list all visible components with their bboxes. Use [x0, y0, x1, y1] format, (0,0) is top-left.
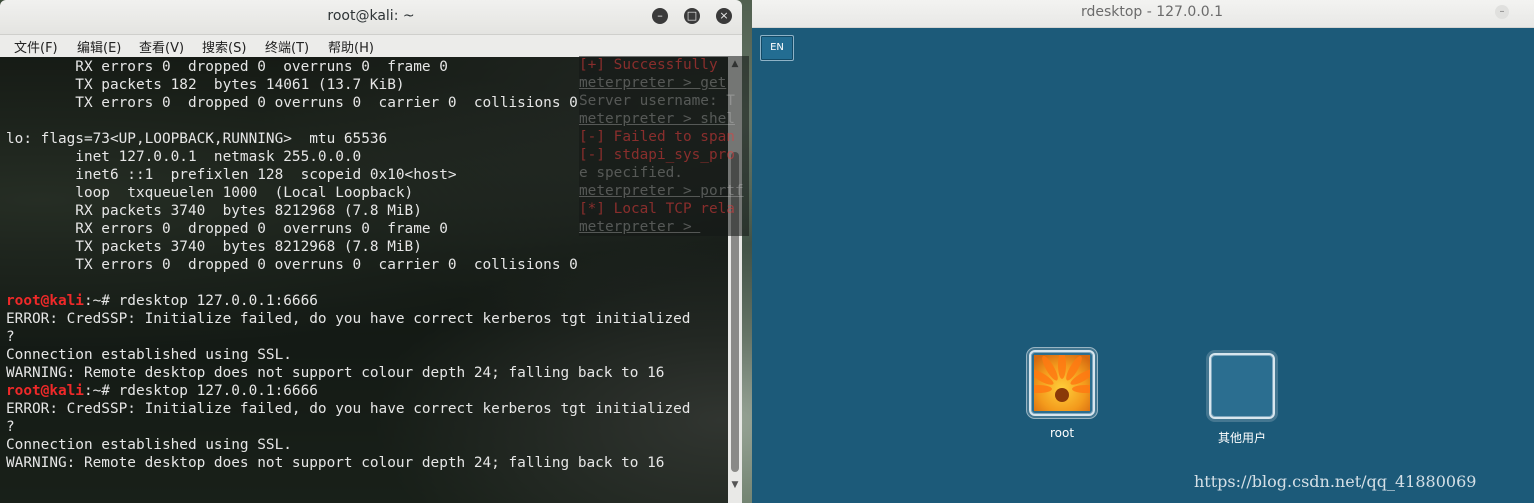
line-text: TX errors 0 dropped 0 overruns 0 carrier…	[6, 257, 578, 273]
rdesktop-title: rdesktop - 127.0.0.1	[1080, 4, 1224, 20]
line-text: Connection established using SSL.	[6, 437, 292, 453]
language-button[interactable]: EN	[760, 35, 794, 61]
line-text: ERROR: CredSSP: Initialize failed, do yo…	[6, 401, 691, 417]
line-text: TX packets 182 bytes 14061 (13.7 KiB)	[6, 77, 405, 93]
terminal-line: ?	[6, 328, 690, 346]
menu-view[interactable]: 查看(V)	[139, 37, 184, 56]
meterpreter-line: meterpreter >	[579, 219, 701, 235]
terminal-line: ?	[6, 418, 690, 436]
terminal-menubar: 文件(F) 编辑(E) 查看(V) 搜索(S) 终端(T) 帮助(H)	[0, 35, 742, 57]
user-tile-other[interactable]: 其他用户	[1202, 353, 1282, 446]
background-meterpreter-window: [+] Successfully meterpreter > get Server …	[579, 56, 749, 236]
meterpreter-line: meterpreter > portf	[579, 183, 744, 199]
line-text: lo: flags=73<UP,LOOPBACK,RUNNING> mtu 65…	[6, 131, 388, 147]
prompt-path: :~#	[83, 383, 119, 399]
terminal-line: WARNING: Remote desktop does not support…	[6, 454, 690, 472]
line-text: TX errors 0 dropped 0 overruns 0 carrier…	[6, 95, 578, 111]
user-name-other: 其他用户	[1217, 431, 1266, 445]
line-text: Connection established using SSL.	[6, 347, 292, 363]
avatar	[1209, 353, 1275, 419]
menu-edit[interactable]: 编辑(E)	[77, 37, 121, 56]
meterpreter-line: meterpreter > get	[579, 75, 727, 91]
terminal-line: Connection established using SSL.	[6, 346, 690, 364]
line-text: RX errors 0 dropped 0 overruns 0 frame 0	[6, 59, 448, 75]
meterpreter-line: [-] Failed to span	[579, 129, 735, 145]
line-text: rdesktop 127.0.0.1:6666	[118, 383, 318, 399]
meterpreter-line: [+] Successfully	[579, 57, 718, 73]
avatar	[1026, 347, 1098, 419]
rdesktop-titlebar[interactable]: rdesktop - 127.0.0.1 –	[752, 0, 1534, 28]
maximize-icon[interactable]: □	[684, 8, 700, 24]
prompt-path: :~#	[83, 293, 119, 309]
menu-search[interactable]: 搜索(S)	[202, 37, 246, 56]
scroll-down-icon[interactable]: ▼	[728, 478, 742, 492]
terminal-line: root@kali:~# rdesktop 127.0.0.1:6666	[6, 292, 690, 310]
line-text: inet 127.0.0.1 netmask 255.0.0.0	[6, 149, 362, 165]
terminal-line: ERROR: CredSSP: Initialize failed, do yo…	[6, 310, 690, 328]
terminal-titlebar[interactable]: root@kali: ~ – □ ×	[0, 0, 742, 35]
remote-login-screen[interactable]: EN root 其他用户	[752, 28, 1534, 503]
menu-help[interactable]: 帮助(H)	[328, 37, 374, 56]
meterpreter-line: e specified.	[579, 165, 683, 181]
terminal-line: root@kali:~# rdesktop 127.0.0.1:6666	[6, 382, 690, 400]
flower-avatar-icon	[1034, 355, 1090, 411]
terminal-line: ERROR: CredSSP: Initialize failed, do yo…	[6, 400, 690, 418]
rdesktop-window: rdesktop - 127.0.0.1 – EN root 其他用户	[752, 0, 1534, 503]
meterpreter-line: meterpreter > shel	[579, 111, 735, 127]
meterpreter-line: Server username: T	[579, 93, 735, 109]
prompt-user: root@kali	[6, 383, 84, 399]
meterpreter-line: [-] stdapi_sys_pro	[579, 147, 735, 163]
prompt-user: root@kali	[6, 293, 84, 309]
line-text: loop txqueuelen 1000 (Local Loopback)	[6, 185, 414, 201]
user-tile-root[interactable]: root	[1022, 347, 1102, 440]
line-text: TX packets 3740 bytes 8212968 (7.8 MiB)	[6, 239, 422, 255]
line-text: RX errors 0 dropped 0 overruns 0 frame 0	[6, 221, 448, 237]
user-name-root: root	[1049, 426, 1075, 440]
close-icon[interactable]: –	[1495, 5, 1509, 19]
line-text: WARNING: Remote desktop does not support…	[6, 365, 665, 381]
line-text: rdesktop 127.0.0.1:6666	[118, 293, 318, 309]
line-text: inet6 ::1 prefixlen 128 scopeid 0x10<hos…	[6, 167, 457, 183]
minimize-icon[interactable]: –	[652, 8, 668, 24]
line-text: ERROR: CredSSP: Initialize failed, do yo…	[6, 311, 691, 327]
meterpreter-line: [*] Local TCP rela	[579, 201, 735, 217]
menu-terminal[interactable]: 终端(T)	[265, 37, 309, 56]
line-text: ?	[6, 419, 15, 435]
terminal-line: Connection established using SSL.	[6, 436, 690, 454]
terminal-line: TX packets 3740 bytes 8212968 (7.8 MiB)	[6, 238, 690, 256]
close-icon[interactable]: ×	[716, 8, 732, 24]
terminal-title: root@kali: ~	[327, 8, 415, 24]
watermark: https://blog.csdn.net/qq_41880069	[1194, 472, 1477, 491]
terminal-line: TX errors 0 dropped 0 overruns 0 carrier…	[6, 256, 690, 274]
line-text: ?	[6, 329, 15, 345]
line-text: RX packets 3740 bytes 8212968 (7.8 MiB)	[6, 203, 422, 219]
menu-file[interactable]: 文件(F)	[14, 37, 58, 56]
terminal-line: WARNING: Remote desktop does not support…	[6, 364, 690, 382]
line-text: WARNING: Remote desktop does not support…	[6, 455, 665, 471]
